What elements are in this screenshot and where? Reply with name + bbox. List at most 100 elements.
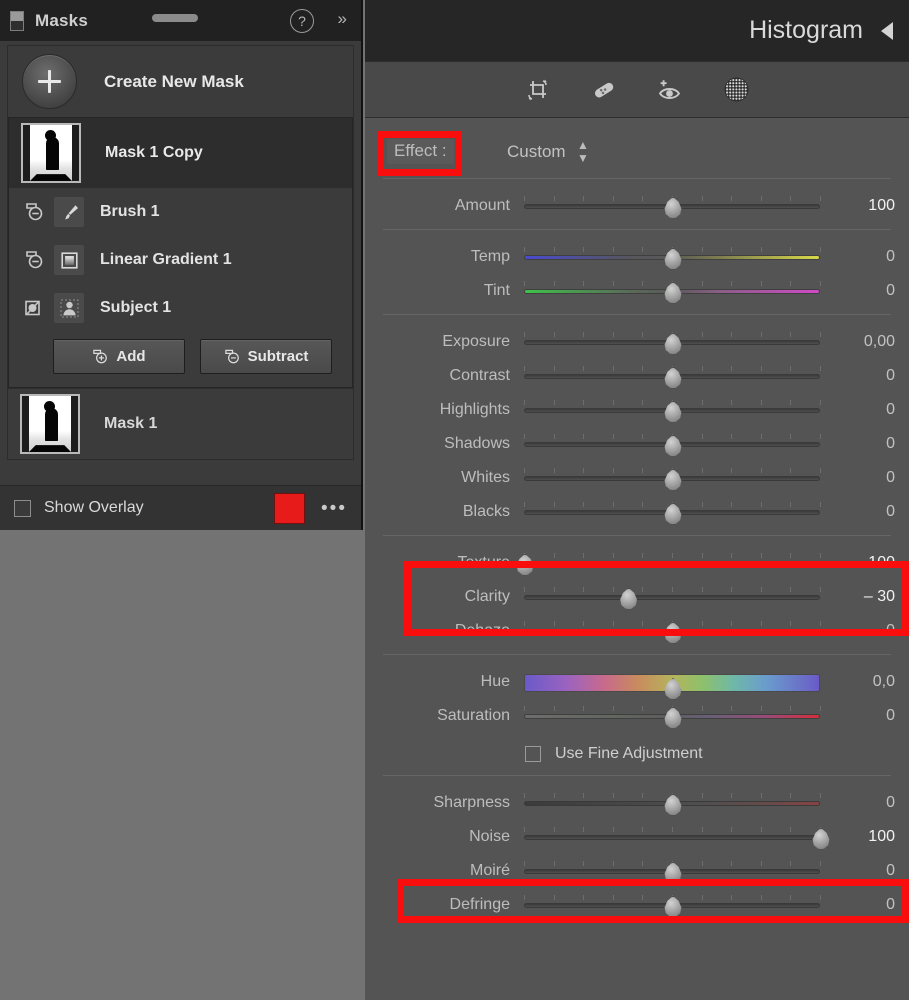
slider-track[interactable] (524, 330, 821, 355)
use-fine-adjustment-checkbox[interactable] (525, 746, 541, 762)
slider-row-saturation[interactable]: Saturation 0 (365, 699, 909, 733)
slider-row-temp[interactable]: Temp 0 (365, 240, 909, 274)
slider-value[interactable]: 0 (809, 794, 895, 812)
subtract-button[interactable]: Subtract (200, 339, 332, 374)
histogram-title: Histogram (749, 16, 863, 44)
slider-value[interactable]: 0 (809, 401, 895, 419)
slider-row-hue[interactable]: Hue 0,0 (365, 665, 909, 700)
double-chevron-right-icon[interactable]: » (338, 10, 347, 27)
slider-track-bar (524, 835, 820, 840)
mask-component-linear-gradient-1[interactable]: Linear Gradient 1 (9, 236, 352, 284)
slider-value[interactable]: 0 (809, 248, 895, 266)
slider-row-amount[interactable]: Amount 100 (365, 189, 909, 223)
slider-track[interactable] (524, 791, 821, 816)
slider-label: Moiré (469, 862, 510, 879)
slider-row-moir-[interactable]: Moiré 0 (365, 854, 909, 888)
panel-toggle-icon[interactable] (10, 10, 24, 31)
slider-row-clarity[interactable]: Clarity – 30 (365, 580, 909, 614)
slider-track[interactable] (524, 619, 821, 644)
slider-row-tint[interactable]: Tint 0 (365, 274, 909, 308)
masks-panel: Masks ? » Create New Mask Mask 1 Copy Br… (0, 0, 363, 530)
slider-track[interactable] (524, 670, 820, 700)
show-overlay-label: Show Overlay (44, 499, 144, 516)
slider-value[interactable]: 0 (809, 503, 895, 521)
slider-value[interactable]: 0 (809, 282, 895, 300)
slider-value[interactable]: 0 (809, 367, 895, 385)
mask-component-label: Linear Gradient 1 (100, 251, 232, 268)
slider-track[interactable] (524, 704, 821, 729)
slider-track[interactable] (516, 551, 821, 576)
slider-track[interactable] (524, 500, 821, 525)
tool-strip (365, 61, 909, 118)
slider-row-noise[interactable]: Noise 100 (365, 820, 909, 854)
slider-row-dehaze[interactable]: Dehaze 0 (365, 614, 909, 648)
slider-row-whites[interactable]: Whites 0 (365, 461, 909, 495)
slider-value[interactable]: 100 (809, 197, 895, 215)
create-new-mask-button[interactable]: Create New Mask (8, 46, 353, 117)
slider-value[interactable]: – 100 (809, 554, 895, 572)
slider-row-sharpness[interactable]: Sharpness 0 (365, 786, 909, 820)
masking-circle-icon[interactable] (720, 74, 752, 106)
slider-track[interactable] (524, 585, 821, 610)
triangle-left-icon[interactable] (881, 21, 893, 40)
slider-label: Blacks (462, 503, 510, 520)
slider-track[interactable] (524, 194, 821, 219)
slider-label: Whites (461, 469, 510, 486)
drag-grip-handle[interactable] (152, 14, 198, 22)
slider-row-texture[interactable]: Texture – 100 (365, 546, 909, 580)
invert-op-icon[interactable] (23, 297, 45, 319)
slider-label: Contrast (449, 367, 510, 384)
effect-value[interactable]: Custom (507, 142, 566, 162)
show-overlay-row: Show Overlay ••• (0, 485, 361, 530)
slider-value[interactable]: 0 (809, 707, 895, 725)
effect-selector-row[interactable]: Effect : Custom ▲ ▼ (365, 125, 909, 178)
add-button[interactable]: Add (53, 339, 185, 374)
ellipsis-icon[interactable]: ••• (321, 499, 347, 518)
histogram-header[interactable]: Histogram (365, 0, 909, 61)
use-fine-adjustment-row[interactable]: Use Fine Adjustment (365, 733, 909, 775)
subtract-op-icon[interactable] (23, 201, 45, 223)
slider-track[interactable] (524, 279, 821, 304)
mask-component-subject-1[interactable]: Subject 1 (9, 284, 352, 332)
slider-value[interactable]: 0 (809, 469, 895, 487)
slider-track[interactable] (524, 825, 830, 850)
slider-value[interactable]: 0,0 (809, 673, 895, 691)
brush-icon (54, 197, 84, 227)
slider-row-shadows[interactable]: Shadows 0 (365, 427, 909, 461)
mask-component-label: Subject 1 (100, 299, 172, 316)
subtract-op-icon[interactable] (23, 249, 45, 271)
healing-brush-icon[interactable] (588, 74, 620, 106)
mask-component-brush-1[interactable]: Brush 1 (9, 188, 352, 236)
slider-value[interactable]: 100 (809, 828, 895, 846)
slider-track[interactable] (524, 398, 821, 423)
red-eye-icon[interactable] (654, 74, 686, 106)
slider-label: Dehaze (454, 622, 510, 639)
slider-value[interactable]: 0 (809, 435, 895, 453)
show-overlay-checkbox[interactable] (14, 499, 31, 517)
slider-value[interactable]: 0 (809, 862, 895, 880)
slider-value[interactable]: 0 (809, 622, 895, 640)
overlay-color-swatch[interactable] (274, 492, 306, 524)
slider-track[interactable] (524, 245, 821, 270)
slider-row-blacks[interactable]: Blacks 0 (365, 495, 909, 529)
updown-caret-icon[interactable]: ▲ ▼ (577, 139, 589, 164)
slider-row-highlights[interactable]: Highlights 0 (365, 393, 909, 427)
slider-track[interactable] (524, 859, 821, 884)
crop-overlay-icon[interactable] (522, 74, 554, 106)
slider-track[interactable] (524, 893, 821, 918)
lightroom-develop-screen: Masks ? » Create New Mask Mask 1 Copy Br… (0, 0, 909, 1000)
slider-row-exposure[interactable]: Exposure 0,00 (365, 325, 909, 359)
slider-row-defringe[interactable]: Defringe 0 (365, 888, 909, 922)
slider-value[interactable]: 0 (809, 896, 895, 914)
slider-track[interactable] (524, 432, 821, 457)
slider-track-bar (524, 561, 820, 566)
slider-track[interactable] (524, 466, 821, 491)
question-circle-icon[interactable]: ? (290, 9, 314, 33)
slider-value[interactable]: 0,00 (809, 333, 895, 351)
slider-label: Hue (480, 673, 510, 690)
slider-track[interactable] (524, 364, 821, 389)
slider-row-contrast[interactable]: Contrast 0 (365, 359, 909, 393)
mask-row-mask-1[interactable]: Mask 1 (8, 388, 353, 459)
slider-value[interactable]: – 30 (809, 588, 895, 606)
mask-row-selected[interactable]: Mask 1 Copy (9, 118, 352, 188)
